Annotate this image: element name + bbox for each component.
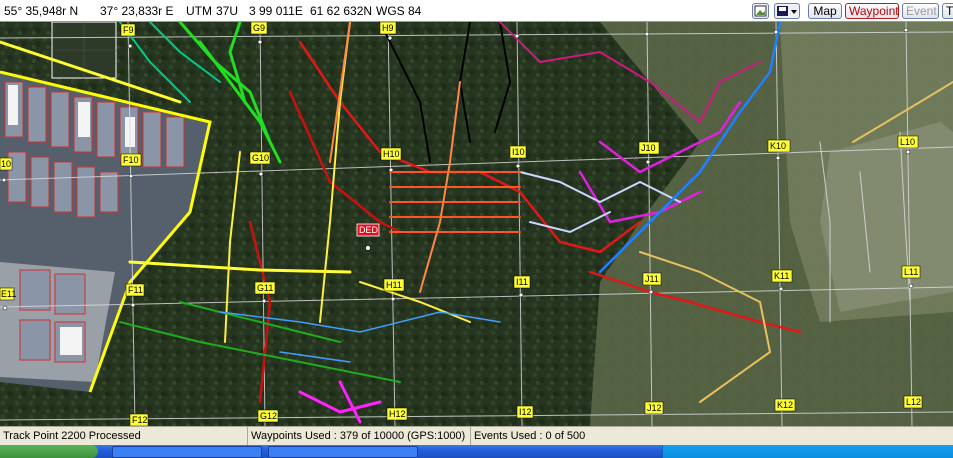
grid-label-F12: F12 xyxy=(129,413,149,426)
svg-text:F11: F11 xyxy=(128,285,143,295)
svg-text:G12: G12 xyxy=(260,411,277,421)
svg-text:E11: E11 xyxy=(1,289,16,299)
grid-label-K12: K12 xyxy=(774,398,796,412)
coordinate-toolbar: 55° 35,948r N 37° 23,833r E UTM 37U 3 99… xyxy=(0,0,953,22)
grid-label-H12: H12 xyxy=(386,407,408,421)
svg-text:H12: H12 xyxy=(389,409,406,419)
svg-text:I10: I10 xyxy=(512,147,525,157)
windows-taskbar xyxy=(0,445,953,458)
grid-label-G9: G9 xyxy=(250,22,268,35)
svg-text:H9: H9 xyxy=(382,23,394,33)
svg-text:10: 10 xyxy=(1,159,11,169)
svg-text:H10: H10 xyxy=(383,149,400,159)
grid-label-F9: F9 xyxy=(120,23,136,37)
waypoint-status: Waypoints Used : 379 of 10000 (GPS:1000) xyxy=(248,427,471,445)
taskbar-window-1[interactable] xyxy=(112,446,262,458)
grid-label-F11: F11 xyxy=(125,283,145,297)
grid-label-H9: H9 xyxy=(379,22,397,35)
svg-text:K11: K11 xyxy=(774,271,789,281)
grid-label-I12: I12 xyxy=(516,405,534,419)
track-status: Track Point 2200 Processed xyxy=(0,427,248,445)
longitude-readout: 37° 23,833r E xyxy=(100,4,174,18)
start-button[interactable] xyxy=(0,445,98,458)
event-button[interactable]: Event xyxy=(902,3,939,19)
system-tray xyxy=(662,445,953,458)
svg-text:K10: K10 xyxy=(770,141,786,151)
grid-label-F10: F10 xyxy=(120,153,142,167)
svg-text:F12: F12 xyxy=(132,415,148,425)
grid-label-J11: J11 xyxy=(642,272,662,286)
grid-label-H10: H10 xyxy=(380,147,402,161)
save-dropdown-icon[interactable] xyxy=(774,3,800,19)
svg-text:L10: L10 xyxy=(900,137,915,147)
svg-text:F10: F10 xyxy=(123,155,139,165)
svg-text:J11: J11 xyxy=(645,274,659,284)
utm-zone: 37U xyxy=(216,4,239,18)
taskbar-window-2[interactable] xyxy=(268,446,418,458)
waypoint-button[interactable]: Waypoint xyxy=(845,3,899,19)
status-bar: Track Point 2200 Processed Waypoints Use… xyxy=(0,426,953,445)
northing-readout: 61 62 632N xyxy=(310,4,373,18)
grid-label-L10: L10 xyxy=(897,135,919,149)
grid-label-K10: K10 xyxy=(767,139,791,153)
grid-label-G11: G11 xyxy=(254,281,276,295)
svg-text:DED: DED xyxy=(359,225,379,235)
events-status: Events Used : 0 of 500 xyxy=(474,430,586,442)
svg-text:I12: I12 xyxy=(519,407,532,417)
svg-text:J12: J12 xyxy=(647,403,662,413)
image-icon[interactable] xyxy=(752,3,769,19)
grid-label-H11: H11 xyxy=(383,278,405,292)
grid-label-J10: J10 xyxy=(638,141,660,155)
svg-text:I11: I11 xyxy=(516,277,528,287)
svg-text:K12: K12 xyxy=(777,400,793,410)
track-button[interactable]: T xyxy=(942,3,953,19)
svg-text:G11: G11 xyxy=(257,283,273,293)
grid-label-I10: I10 xyxy=(509,145,527,159)
grid-label-L11: L11 xyxy=(901,265,921,279)
grid-label-K11: K11 xyxy=(771,269,793,283)
latitude-readout: 55° 35,948r N xyxy=(4,4,79,18)
svg-text:L12: L12 xyxy=(906,397,921,407)
grid-label-G12: G12 xyxy=(257,409,279,423)
grid-label-E10: 10 xyxy=(0,157,13,171)
map-view[interactable]: F9 G9 H9 F10 G10 H10 I10 J10 K10 L10 10 … xyxy=(0,22,953,426)
map-canvas[interactable]: F9 G9 H9 F10 G10 H10 I10 J10 K10 L10 10 … xyxy=(0,22,953,426)
svg-text:G9: G9 xyxy=(253,23,265,33)
svg-text:J10: J10 xyxy=(641,143,656,153)
svg-text:G10: G10 xyxy=(252,153,269,163)
grid-label-L12: L12 xyxy=(903,395,923,409)
svg-text:L11: L11 xyxy=(904,267,918,277)
grid-label-J12: J12 xyxy=(644,401,664,415)
grid-label-E11: E11 xyxy=(0,287,16,301)
grid-label-I11: I11 xyxy=(513,275,531,289)
utm-label: UTM xyxy=(186,4,212,18)
svg-text:F9: F9 xyxy=(123,25,134,35)
grid-label-G10: G10 xyxy=(249,151,271,165)
svg-text:H11: H11 xyxy=(386,280,402,290)
easting-readout: 3 99 011E xyxy=(249,4,303,18)
datum-readout: WGS 84 xyxy=(376,4,422,18)
map-button[interactable]: Map xyxy=(808,3,842,19)
